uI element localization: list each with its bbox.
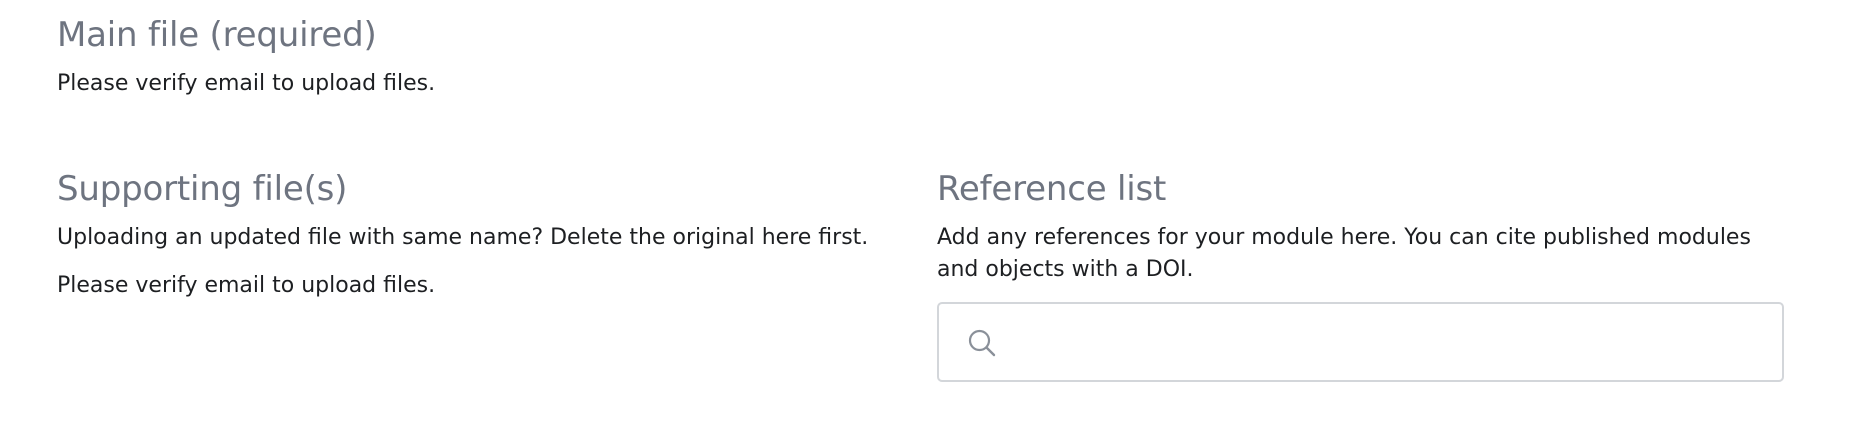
reference-search-box[interactable]: [937, 302, 1784, 382]
main-file-heading: Main file (required): [57, 15, 377, 55]
reference-list-heading: Reference list: [937, 169, 1167, 209]
reference-list-description: Add any references for your module here.…: [937, 225, 1751, 282]
supporting-files-heading: Supporting file(s): [57, 169, 348, 209]
search-icon: [967, 328, 997, 358]
supporting-files-verify-notice: Please verify email to upload files.: [57, 273, 436, 298]
supporting-files-hint: Uploading an updated file with same name…: [57, 225, 869, 250]
upload-files-page: Main file (required) Please verify email…: [0, 0, 1850, 434]
reference-search-input[interactable]: [1011, 304, 1772, 382]
main-file-verify-notice: Please verify email to upload files.: [57, 71, 436, 96]
